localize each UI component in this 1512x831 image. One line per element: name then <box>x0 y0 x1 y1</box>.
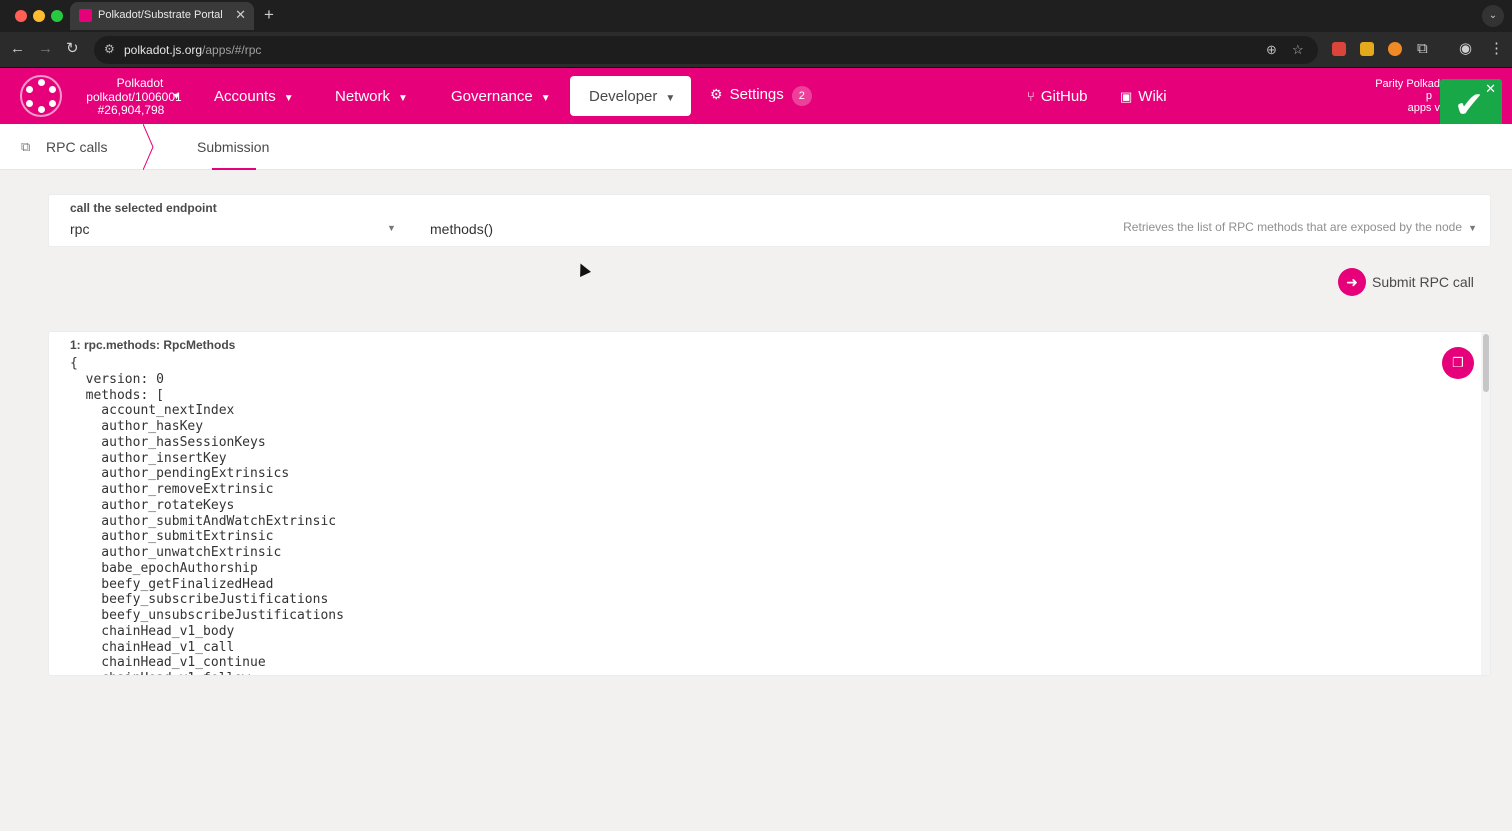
close-window-button[interactable] <box>15 10 27 22</box>
output-line: author_insertKey <box>70 450 227 466</box>
git-branch-icon: ⑂ <box>1027 89 1035 104</box>
output-line: author_submitExtrinsic <box>70 529 274 545</box>
output-line: { <box>70 356 78 371</box>
reload-icon[interactable]: ↻ <box>66 41 79 57</box>
tab-search-button[interactable]: ⌄ <box>1482 5 1504 27</box>
maximize-window-button[interactable] <box>51 10 63 22</box>
tab-submission[interactable]: Submission <box>197 139 269 155</box>
method-description: Retrieves the list of RPC methods that a… <box>1123 220 1462 234</box>
zoom-icon[interactable]: ⊕ <box>1266 42 1277 58</box>
browser-tab-bar: Polkadot/Substrate Portal ✕ + ⌄ <box>0 0 1512 32</box>
output-label: 1: rpc.methods: RpcMethods <box>70 338 236 352</box>
submit-rpc-label: Submit RPC call <box>1372 274 1474 290</box>
endpoint-selector: call the selected endpoint rpc ▼ methods… <box>48 194 1491 247</box>
scroll-thumb[interactable] <box>1483 334 1489 392</box>
app-header: Polkadot polkadot/1006001 ▼ #26,904,798 … <box>0 68 1512 124</box>
mouse-cursor <box>575 261 591 277</box>
extension-fox-icon[interactable] <box>1332 42 1346 56</box>
block-number: #26,904,798 <box>97 103 165 117</box>
sign-in-icon: ➜ <box>1338 268 1366 296</box>
menu-accounts[interactable]: Accounts ▼ <box>214 88 294 105</box>
output-line: methods: [ <box>70 387 164 403</box>
link-wiki[interactable]: ▣ Wiki <box>1120 88 1167 105</box>
profile-icon[interactable]: ◉ <box>1459 41 1472 57</box>
menu-settings[interactable]: ⚙ Settings 2 <box>710 86 812 106</box>
section-select[interactable]: rpc <box>70 221 89 237</box>
menu-governance[interactable]: Governance ▼ <box>451 88 551 105</box>
output-line: author_submitAndWatchExtrinsic <box>70 513 337 529</box>
extension-p-icon[interactable] <box>1388 42 1402 56</box>
output-line: chainHead_v1_continue <box>70 655 266 671</box>
book-icon: ▣ <box>1120 89 1133 104</box>
chevron-down-icon: ▼ <box>283 93 294 104</box>
output-line: chainHead_v1_body <box>70 623 235 639</box>
output-line: version: 0 <box>70 371 164 387</box>
output-scrollbar[interactable] <box>1481 332 1490 675</box>
bookmark-star-icon[interactable]: ☆ <box>1292 42 1304 58</box>
chevron-down-icon: ▼ <box>398 93 408 104</box>
output-line: author_rotateKeys <box>70 497 235 513</box>
output-line: beefy_getFinalizedHead <box>70 576 274 592</box>
minimize-window-button[interactable] <box>33 10 45 22</box>
active-tab-indicator <box>212 168 256 170</box>
copy-button[interactable]: ❐ <box>1442 347 1474 379</box>
browser-menu-icon[interactable]: ⋮ <box>1489 41 1504 57</box>
output-line: account_nextIndex <box>70 403 235 419</box>
chevron-down-icon: ▼ <box>540 93 551 104</box>
output-line: author_pendingExtrinsics <box>70 466 290 482</box>
polkadot-logo-icon[interactable] <box>20 75 62 117</box>
new-tab-button[interactable]: + <box>264 5 274 25</box>
link-github[interactable]: ⑂ GitHub <box>1027 88 1088 105</box>
output-line: beefy_subscribeJustifications <box>70 592 329 608</box>
copy-icon: ❐ <box>1452 355 1464 370</box>
close-tab-icon[interactable]: ✕ <box>235 7 246 23</box>
polkadot-favicon-icon <box>79 9 92 22</box>
menu-developer[interactable]: Developer ▼ <box>570 76 691 116</box>
endpoint-label: call the selected endpoint <box>70 201 217 215</box>
subnav: ⧉ RPC calls Submission <box>0 124 1512 170</box>
output-line: author_hasSessionKeys <box>70 434 266 450</box>
chain-name[interactable]: Polkadot <box>74 76 206 90</box>
browser-tab[interactable]: Polkadot/Substrate Portal ✕ <box>70 2 254 30</box>
node-info: Parity Polkad p apps v <box>1375 78 1440 114</box>
method-dropdown-icon[interactable]: ▼ <box>1468 223 1477 233</box>
section-dropdown-icon[interactable]: ▼ <box>387 223 396 233</box>
output-code: { version: 0 methods: [ account_nextInde… <box>70 356 344 675</box>
gears-icon: ⚙ <box>710 86 723 102</box>
network-tree-icon: ⧉ <box>21 139 31 154</box>
chain-dropdown-icon[interactable]: ▼ <box>172 91 181 101</box>
output-line: babe_epochAuthorship <box>70 560 258 576</box>
output-line: chainHead_v1_call <box>70 639 235 655</box>
breadcrumb-separator <box>143 124 154 170</box>
chevron-down-icon: ▼ <box>665 93 676 104</box>
browser-toolbar: ← → ↻ ⚙ polkadot.js.org/apps/#/rpc ⊕ ☆ ⧉… <box>0 32 1512 68</box>
extensions-puzzle-icon[interactable]: ⧉ <box>1417 41 1428 57</box>
forward-arrow-icon[interactable]: → <box>38 41 53 57</box>
extension-wallet-icon[interactable] <box>1360 42 1374 56</box>
output-line: chainHead_v1_follow <box>70 671 344 675</box>
output-line: author_removeExtrinsic <box>70 482 274 497</box>
url-text: polkadot.js.org/apps/#/rpc <box>124 43 262 57</box>
output-line: author_hasKey <box>70 419 204 434</box>
output-line: author_unwatchExtrinsic <box>70 545 282 560</box>
checkmark-icon: ✔ <box>1454 84 1485 125</box>
close-toast-icon[interactable]: ✕ <box>1485 81 1496 97</box>
method-select[interactable]: methods() <box>430 221 493 237</box>
settings-badge: 2 <box>791 86 812 106</box>
site-settings-icon[interactable]: ⚙ <box>104 42 115 56</box>
menu-network[interactable]: Network ▼ <box>335 88 408 105</box>
browser-tab-title: Polkadot/Substrate Portal <box>98 9 223 21</box>
output-line: beefy_unsubscribeJustifications <box>70 608 344 623</box>
back-arrow-icon[interactable]: ← <box>10 41 25 57</box>
address-bar[interactable]: ⚙ polkadot.js.org/apps/#/rpc ⊕ ☆ <box>94 36 1318 64</box>
subnav-title: RPC calls <box>46 139 108 155</box>
rpc-output: 1: rpc.methods: RpcMethods { version: 0 … <box>48 331 1491 676</box>
